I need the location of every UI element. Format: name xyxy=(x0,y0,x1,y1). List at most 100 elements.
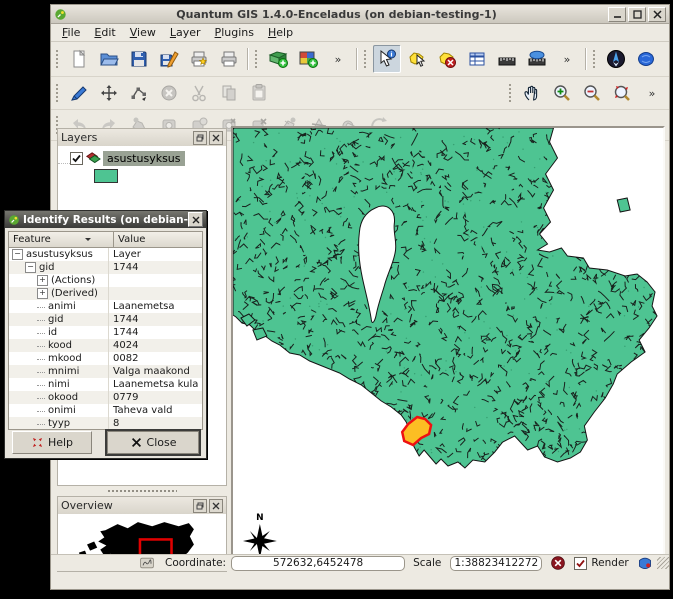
toolbar-handle[interactable] xyxy=(508,83,513,103)
toolbar-handle[interactable] xyxy=(254,49,259,69)
dialog-close-button[interactable] xyxy=(188,212,203,227)
new-print-composer-button[interactable] xyxy=(185,45,213,73)
identify-results-dialog: Identify Results (on debian-t Feature Va… xyxy=(4,210,207,459)
zoom-full-button[interactable] xyxy=(608,79,636,107)
move-feature-button[interactable] xyxy=(95,79,123,107)
stop-rendering-button[interactable] xyxy=(550,555,568,571)
pan-map-button[interactable] xyxy=(518,79,546,107)
open-attribute-table-button[interactable] xyxy=(463,45,491,73)
menu-help[interactable]: Help xyxy=(261,25,300,40)
overview-panel-title: Overview xyxy=(61,499,113,512)
measure-line-button[interactable] xyxy=(493,45,521,73)
menu-edit[interactable]: Edit xyxy=(87,25,122,40)
identify-row[interactable]: okood 0779 xyxy=(9,391,202,404)
minimize-button[interactable] xyxy=(608,6,626,22)
identify-row[interactable]: − gid 1744 xyxy=(9,261,202,274)
resize-grip[interactable] xyxy=(657,557,669,569)
measure-area-button[interactable] xyxy=(523,45,551,73)
value-column-header[interactable]: Value xyxy=(114,232,202,247)
maximize-button[interactable] xyxy=(628,6,646,22)
panel-float-button[interactable] xyxy=(193,130,207,145)
measure-line-icon xyxy=(498,57,516,66)
help-button[interactable]: Help xyxy=(12,430,92,454)
feature-value: 1744 xyxy=(113,327,139,338)
panel-float-button[interactable] xyxy=(193,498,207,513)
feature-value: Layer xyxy=(113,249,141,260)
extent-status-icon[interactable] xyxy=(139,555,157,571)
projection-button[interactable] xyxy=(637,555,655,571)
save-project-as-button[interactable] xyxy=(155,45,183,73)
tree-branch xyxy=(37,397,45,399)
identify-features-button[interactable]: i xyxy=(373,45,401,73)
node-tool-button[interactable] xyxy=(125,79,153,107)
layer-item[interactable]: asustusyksus xyxy=(58,149,226,167)
zoom-out-button[interactable] xyxy=(578,79,606,107)
zoom-in-button[interactable] xyxy=(548,79,576,107)
identify-row[interactable]: + (Actions) xyxy=(9,274,202,287)
render-label: Render xyxy=(591,557,629,569)
toolbar-handle[interactable] xyxy=(55,83,60,103)
map-canvas[interactable]: N xyxy=(233,128,663,569)
menu-layer[interactable]: Layer xyxy=(163,25,208,40)
compass-plugin-icon xyxy=(607,50,625,68)
identify-row[interactable]: kood 4024 xyxy=(9,339,202,352)
compass-plugin-button[interactable] xyxy=(602,45,630,73)
menu-file[interactable]: File xyxy=(55,25,87,40)
identify-row[interactable]: animi Laanemetsa xyxy=(9,300,202,313)
toolbar-handle[interactable] xyxy=(55,49,60,69)
menu-view[interactable]: View xyxy=(123,25,163,40)
collapse-icon[interactable]: − xyxy=(25,262,36,273)
select-features-button[interactable] xyxy=(403,45,431,73)
dialog-title-bar[interactable]: Identify Results (on debian-t xyxy=(5,211,206,228)
identify-row[interactable]: onimi Taheva vald xyxy=(9,404,202,417)
close-icon xyxy=(192,216,199,223)
open-project-button[interactable] xyxy=(95,45,123,73)
save-project-button[interactable] xyxy=(125,45,153,73)
cut-features-icon xyxy=(192,85,206,102)
feature-value: 4024 xyxy=(113,340,139,351)
svg-text:i: i xyxy=(390,50,392,58)
identify-row[interactable]: mkood 0082 xyxy=(9,352,202,365)
toolbar-overflow-button[interactable]: » xyxy=(553,45,581,73)
toolbar-handle[interactable] xyxy=(363,49,368,69)
title-bar[interactable]: Quantum GIS 1.4.0-Enceladus (on debian-t… xyxy=(51,5,669,24)
tree-branch xyxy=(37,319,45,321)
render-checkbox[interactable] xyxy=(574,556,588,570)
toggle-editing-button[interactable] xyxy=(65,79,93,107)
collapse-icon[interactable]: − xyxy=(12,249,23,260)
expand-icon[interactable]: + xyxy=(37,288,48,299)
panel-close-button[interactable] xyxy=(209,130,223,145)
add-raster-layer-button[interactable] xyxy=(294,45,322,73)
new-project-button[interactable] xyxy=(65,45,93,73)
dialog-close-action-button[interactable]: Close xyxy=(105,428,201,456)
feature-value: 1744 xyxy=(113,262,139,273)
identify-row[interactable]: tyyp 8 xyxy=(9,417,202,429)
feature-column-header[interactable]: Feature xyxy=(9,232,114,247)
dock-splitter[interactable] xyxy=(57,488,227,494)
globe-plugin-button[interactable] xyxy=(632,45,660,73)
close-button[interactable] xyxy=(648,6,666,22)
identify-row[interactable]: nimi Laanemetsa kula xyxy=(9,378,202,391)
layer-visibility-checkbox[interactable] xyxy=(70,151,83,165)
print-button[interactable] xyxy=(215,45,243,73)
identify-table-body: − asustusyksus Layer − gid 1744 + (Actions) + (De… xyxy=(9,248,202,429)
add-vector-layer-button[interactable] xyxy=(264,45,292,73)
paste-features-button xyxy=(245,79,273,107)
identify-row[interactable]: + (Derived) xyxy=(9,287,202,300)
deselect-features-button[interactable] xyxy=(433,45,461,73)
layer-symbol-item[interactable] xyxy=(94,169,226,186)
toolbar-handle[interactable] xyxy=(592,49,597,69)
scale-field[interactable]: 1:38823412272 xyxy=(450,555,543,571)
coordinate-field[interactable]: 572632,6452478 xyxy=(231,555,406,571)
expand-icon[interactable]: + xyxy=(37,275,48,286)
toolbar-overflow-button[interactable]: » xyxy=(638,79,666,107)
panel-close-button[interactable] xyxy=(209,498,223,513)
minimize-icon xyxy=(613,15,621,18)
identify-row[interactable]: gid 1744 xyxy=(9,313,202,326)
menu-plugins[interactable]: Plugins xyxy=(208,25,261,40)
splitter-handle-icon xyxy=(107,489,177,493)
identify-row[interactable]: − asustusyksus Layer xyxy=(9,248,202,261)
identify-row[interactable]: mnimi Valga maakond xyxy=(9,365,202,378)
toolbar-overflow-button[interactable]: » xyxy=(324,45,352,73)
identify-row[interactable]: id 1744 xyxy=(9,326,202,339)
